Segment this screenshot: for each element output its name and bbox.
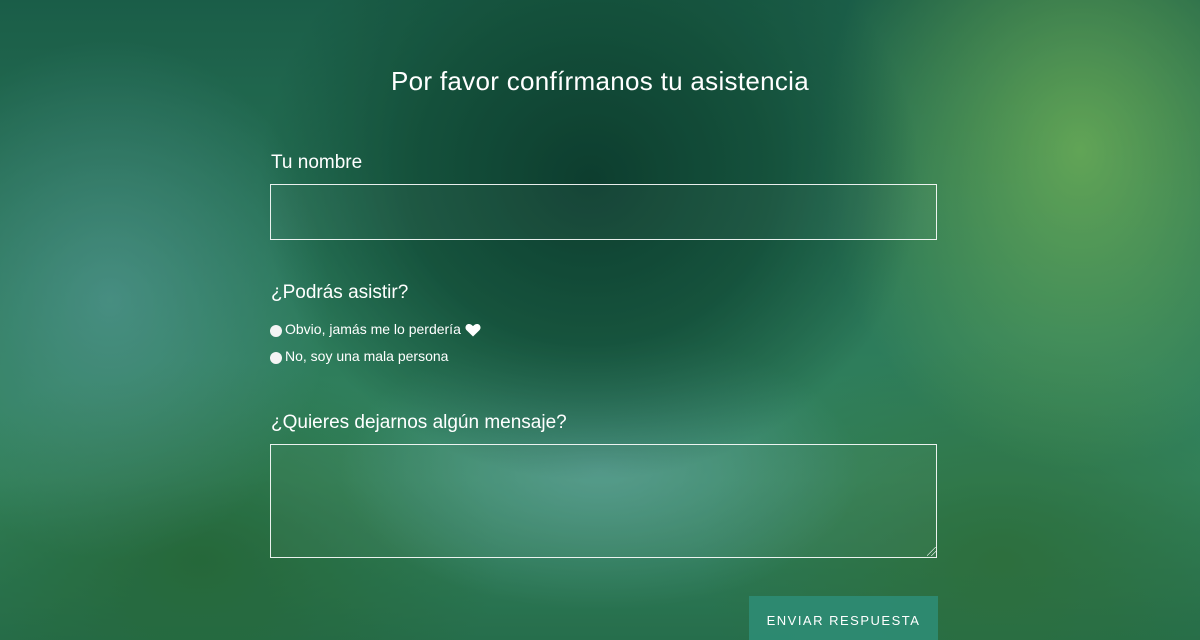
name-label: Tu nombre xyxy=(271,152,363,173)
option-label: No, soy una mala persona xyxy=(285,348,449,364)
option-label: Obvio, jamás me lo perdería xyxy=(285,321,461,337)
name-input[interactable] xyxy=(270,184,937,240)
heart-icon xyxy=(465,323,481,336)
attend-option-yes[interactable]: Obvio, jamás me lo perdería xyxy=(270,321,481,337)
rsvp-form: Por favor confírmanos tu asistencia Tu n… xyxy=(0,0,1200,640)
radio-button[interactable] xyxy=(270,324,282,337)
attend-label: ¿Podrás asistir? xyxy=(271,282,409,303)
page-title: Por favor confírmanos tu asistencia xyxy=(390,66,810,96)
message-label: ¿Quieres dejarnos algún mensaje? xyxy=(271,412,567,433)
attend-option-no[interactable]: No, soy una mala persona xyxy=(270,348,448,364)
resize-handle[interactable] xyxy=(927,547,936,556)
message-textarea[interactable] xyxy=(270,444,937,558)
submit-button[interactable]: ENVIAR RESPUESTA xyxy=(749,596,938,640)
radio-button[interactable] xyxy=(270,351,282,364)
